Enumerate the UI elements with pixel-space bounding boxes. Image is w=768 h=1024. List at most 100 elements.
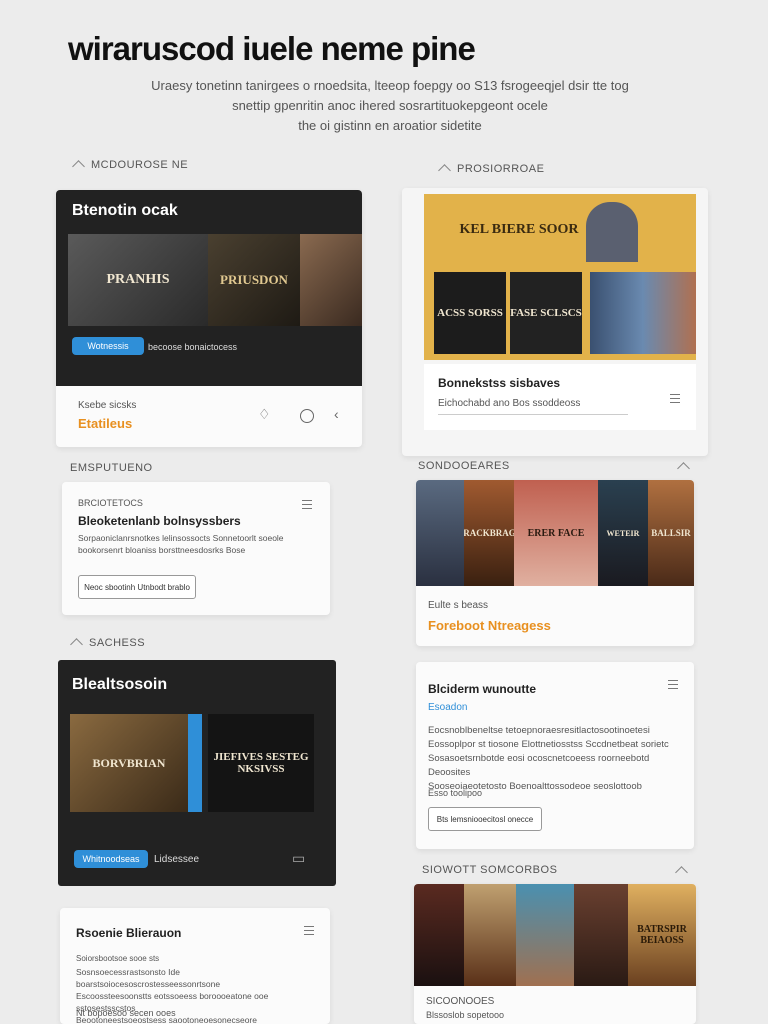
- figure-illustration: [586, 202, 638, 262]
- card-f-title: Blciderm wunoutte: [428, 682, 537, 696]
- section-header-left-1[interactable]: MCDOUROSE NE: [72, 158, 188, 173]
- poster-title: ACSS SORSS: [437, 307, 503, 319]
- section-label: SONDOOEARES: [418, 460, 510, 472]
- card-b[interactable]: KEL BIERE SOOR ACSS SORSS FASE SCLSCS Bo…: [402, 188, 708, 456]
- card-f-body: Eocsnoblbeneltse tetoepnoraesresitlactos…: [428, 724, 686, 794]
- chevron-up-icon: [72, 160, 85, 173]
- section-header-right-2[interactable]: SONDOOEARES: [418, 460, 690, 475]
- card-a-small-label: Ksebe sicsks: [78, 400, 137, 411]
- chevron-up-icon: [70, 638, 83, 651]
- body-line: Eocsnoblbeneltse tetoepnoraesresitlactos…: [428, 725, 650, 736]
- poster-title: BATRSPIR BEIAOSS: [637, 924, 687, 946]
- banner-text: KEL BIERE SOOR: [454, 206, 584, 254]
- button-label: Wotnessis: [87, 341, 129, 351]
- card-c-action-button[interactable]: Neoc sbootinh Utnbodt brablo: [78, 575, 196, 599]
- card-a-title: Btenotin ocak: [72, 202, 178, 219]
- poster-title: JIEFIVES SESTEG NKSIVSS: [213, 751, 309, 775]
- bell-icon[interactable]: ♢: [258, 406, 271, 423]
- card-a-dark-panel: Btenotin ocak PRANHIS PRIUSDON Wotnessis…: [56, 190, 362, 386]
- circle-icon[interactable]: [300, 409, 314, 423]
- menu-icon[interactable]: [670, 394, 680, 403]
- poster[interactable]: PRIUSDON: [208, 234, 300, 326]
- card-e[interactable]: Blealtsosoin BORVBRIAN JIEFIVES SESTEG N…: [58, 660, 336, 886]
- poster[interactable]: BATRSPIR BEIAOSS: [628, 884, 696, 986]
- chevron-up-icon: [677, 461, 690, 475]
- card-g[interactable]: Rsoenie Blierauon Soiorsbootsoe sooe sts…: [60, 908, 330, 1024]
- button-label: Whitnoodseas: [82, 854, 140, 864]
- poster[interactable]: ACSS SORSS: [434, 272, 506, 354]
- card-f-action-button[interactable]: Bts lemsniooecitosl onecce: [428, 807, 542, 831]
- section-header-left-3[interactable]: SACHESS: [70, 636, 145, 651]
- poster[interactable]: [516, 884, 574, 986]
- card-f[interactable]: Blciderm wunoutte Esoadon Eocsnoblbenelt…: [416, 662, 694, 849]
- subtitle-line: snettip gpenritin anoc ihered sosrartitu…: [232, 98, 548, 113]
- poster-title: FASE SCLSCS: [510, 307, 582, 319]
- poster[interactable]: BORVBRIAN: [70, 714, 188, 812]
- card-e-title: Blealtsosoin: [72, 676, 168, 693]
- poster[interactable]: ERER FACE: [514, 480, 598, 586]
- card-b-banner: KEL BIERE SOOR ACSS SORSS FASE SCLSCS: [424, 194, 696, 360]
- card-b-title: Bonnekstss sisbaves: [438, 376, 561, 390]
- poster-edge: [188, 714, 202, 812]
- poster[interactable]: BRACKBRAGS: [464, 480, 514, 586]
- poster-title: ERER FACE: [527, 527, 585, 539]
- watch-button[interactable]: Wotnessis: [72, 337, 144, 355]
- poster[interactable]: [300, 234, 362, 326]
- menu-icon[interactable]: [304, 926, 314, 935]
- send-icon[interactable]: ‹: [334, 406, 339, 422]
- card-g-title: Rsoenie Blierauon: [76, 926, 182, 940]
- card-c-description: Sorpaoniclanrsnotkes lelinsossocts Sonne…: [78, 533, 284, 555]
- poster[interactable]: FASE SCLSCS: [510, 272, 582, 354]
- button-label: Neoc sbootinh Utnbodt brablo: [84, 582, 190, 592]
- card-h-caption: Blssoslob sopetooo: [426, 1010, 505, 1020]
- card-d-small-label: Eulte s beass: [428, 600, 489, 611]
- card-g-footer: Nt bopoesoo secen ooes: [76, 1008, 176, 1018]
- poster[interactable]: [574, 884, 628, 986]
- section-label: EMSPUTUENO: [70, 462, 153, 474]
- section-label: SIOWOTT SOMCORBOS: [422, 864, 558, 876]
- banner-title: KEL BIERE SOOR: [459, 222, 579, 237]
- section-label: PROSIORROAE: [457, 162, 545, 175]
- watch-button[interactable]: Whitnoodseas: [74, 850, 148, 868]
- card-e-caption: Lidsessee: [154, 854, 200, 865]
- card-g-line: Soiorsbootsoe sooe sts: [76, 954, 160, 963]
- poster[interactable]: [414, 884, 464, 986]
- section-header-right-1[interactable]: PROSIORROAE: [438, 162, 545, 177]
- poster[interactable]: [464, 884, 516, 986]
- section-header-left-2[interactable]: EMSPUTUENO: [70, 462, 153, 474]
- section-header-right-3[interactable]: SIOWOTT SOMCORBOS: [422, 864, 688, 879]
- card-d[interactable]: BRACKBRAGS ERER FACE WETEIR BALLSIR Eult…: [416, 480, 694, 646]
- poster-title: BALLSIR: [651, 528, 691, 538]
- poster-title: PRIUSDON: [220, 272, 288, 287]
- poster-title: PRANHIS: [106, 272, 170, 287]
- card-h[interactable]: BATRSPIR BEIAOSS SICOONOOES Blssoslob so…: [414, 884, 696, 1024]
- poster[interactable]: [590, 272, 696, 354]
- card-c[interactable]: BRCIOTETOCS Bleoketenlanb bolnsyssbers S…: [62, 482, 330, 615]
- menu-icon[interactable]: [668, 680, 678, 689]
- poster[interactable]: JIEFIVES SESTEG NKSIVSS: [208, 714, 314, 812]
- page-subtitle: Uraesy tonetinn tanirgees o rnoedsita, l…: [110, 76, 670, 136]
- poster[interactable]: WETEIR: [598, 480, 648, 586]
- button-label: Bts lemsniooecitosl onecce: [436, 814, 534, 824]
- poster-title: WETEIR: [606, 528, 640, 538]
- card-a[interactable]: Btenotin ocak PRANHIS PRIUSDON Wotnessis…: [56, 190, 362, 447]
- card-h-small-label: SICOONOOES: [426, 996, 495, 1007]
- subtitle-line: Uraesy tonetinn tanirgees o rnoedsita, l…: [151, 78, 629, 93]
- body-line: Sosasoetsrnbotde eosi ocoscnetcoeess roo…: [428, 753, 650, 778]
- menu-icon[interactable]: [302, 500, 312, 509]
- subtitle-line: the oi gistinn en aroatior sidetite: [298, 118, 482, 133]
- card-f-meta: Esso toolipoo: [428, 788, 483, 798]
- poster[interactable]: PRANHIS: [68, 234, 208, 326]
- poster-title: BORVBRIAN: [92, 755, 166, 770]
- card-b-meta: Eichochabd ano Bos ssoddeoss: [438, 398, 581, 409]
- card-a-link[interactable]: Etatileus: [78, 416, 132, 431]
- poster[interactable]: BALLSIR: [648, 480, 694, 586]
- poster[interactable]: [416, 480, 464, 586]
- page-title: wiraruscod iuele neme pine: [68, 30, 476, 67]
- poster-title: BRACKBRAGS: [464, 528, 514, 538]
- divider: [438, 414, 628, 415]
- chat-icon[interactable]: ▭: [292, 850, 305, 867]
- chevron-up-icon: [438, 164, 451, 177]
- card-f-tag: Esoadon: [428, 702, 468, 713]
- card-d-link[interactable]: Foreboot Ntreagess: [428, 618, 551, 633]
